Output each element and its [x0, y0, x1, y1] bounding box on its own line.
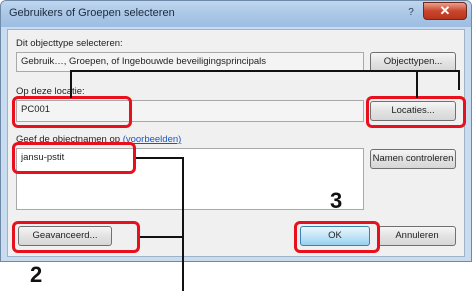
- bracket-line-right: [416, 70, 418, 98]
- connector-advanced-horizontal: [140, 236, 184, 238]
- location-value: PC001: [21, 104, 51, 115]
- bracket-line-left: [70, 70, 72, 98]
- object-names-value: jansu-pstit: [21, 152, 65, 163]
- step-2-number: 2: [30, 262, 43, 287]
- title-bar: Gebruikers of Groepen selecteren ? ✕: [1, 1, 471, 27]
- connector-names-horizontal: [136, 157, 184, 159]
- close-button[interactable]: ✕: [423, 2, 467, 20]
- location-label: Op deze locatie:: [16, 86, 85, 97]
- object-names-input[interactable]: jansu-pstit: [16, 148, 364, 210]
- object-type-label: Dit objecttype selecteren:: [16, 38, 123, 49]
- help-icon[interactable]: ?: [401, 5, 421, 20]
- connector-names-vertical: [182, 157, 184, 291]
- advanced-button[interactable]: Geavanceerd...: [18, 226, 112, 246]
- select-users-dialog: Gebruikers of Groepen selecteren ? ✕ Dit…: [0, 0, 472, 262]
- check-names-button[interactable]: Namen controleren: [370, 149, 456, 169]
- object-names-label-text: Geef de objectnamen op: [16, 134, 121, 145]
- object-type-field: Gebruik…, Groepen, of Ingebouwde beveili…: [16, 52, 364, 72]
- screenshot-stage: Gebruikers of Groepen selecteren ? ✕ Dit…: [0, 0, 472, 291]
- locations-button[interactable]: Locaties...: [370, 101, 456, 121]
- dialog-body: Dit objecttype selecteren: Gebruik…, Gro…: [7, 29, 465, 257]
- location-field: PC001: [16, 100, 364, 122]
- window-title: Gebruikers of Groepen selecteren: [9, 7, 175, 19]
- ok-button[interactable]: OK: [300, 226, 370, 246]
- object-type-value: Gebruik…, Groepen, of Ingebouwde beveili…: [21, 56, 267, 67]
- examples-link[interactable]: (voorbeelden): [123, 134, 182, 145]
- object-names-label: Geef de objectnamen op (voorbeelden): [16, 134, 181, 145]
- object-types-button[interactable]: Objecttypen...: [370, 52, 456, 72]
- cancel-button[interactable]: Annuleren: [378, 226, 456, 246]
- step-3-number: 3: [330, 188, 343, 213]
- bracket-line-top: [70, 70, 460, 72]
- bracket-line-far-right: [458, 70, 460, 90]
